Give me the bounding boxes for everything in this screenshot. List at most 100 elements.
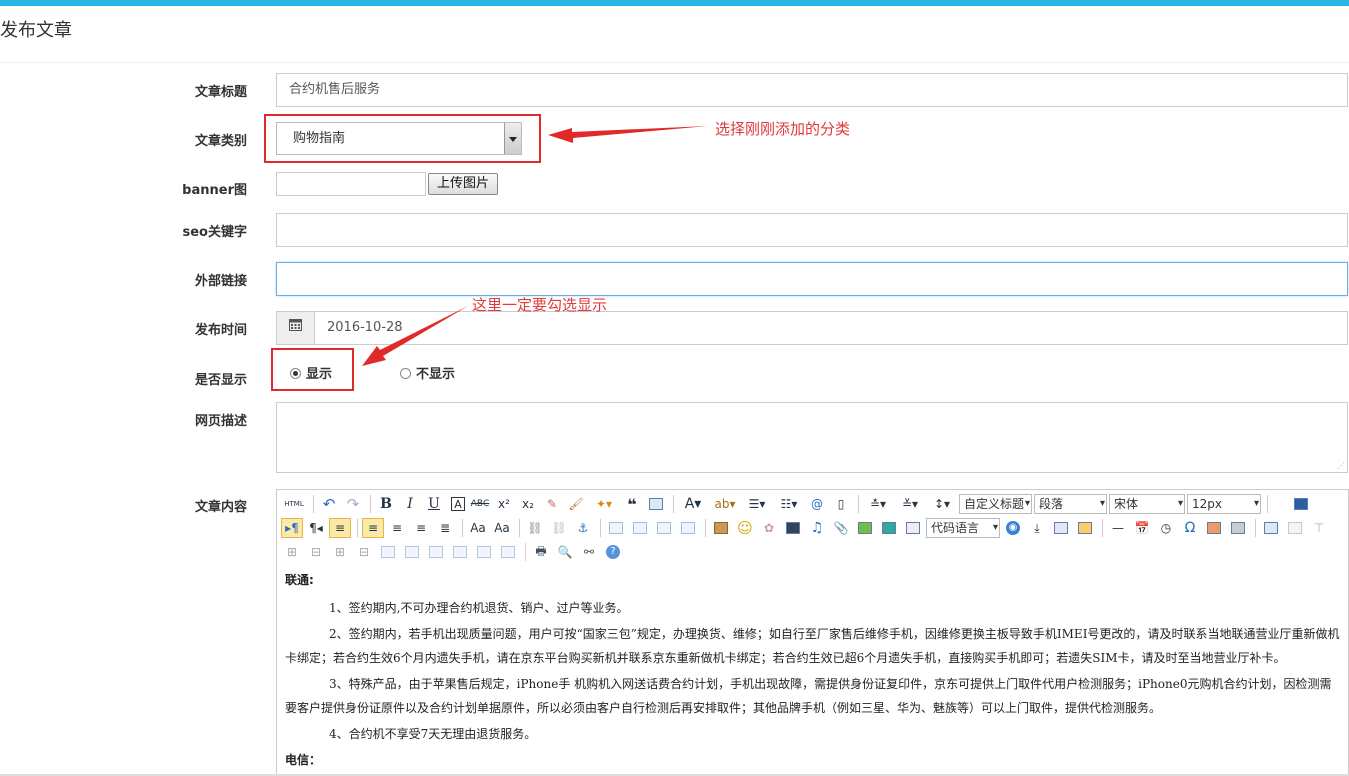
image-left-icon[interactable] xyxy=(629,518,651,538)
row-spacing-bottom-icon[interactable]: ≚▾ xyxy=(895,494,925,514)
toolbar-separator xyxy=(673,495,674,513)
unlink-icon[interactable]: ⛓ xyxy=(548,518,570,538)
image-icon[interactable] xyxy=(710,518,732,538)
indent-icon[interactable]: ≡ xyxy=(329,518,351,538)
description-textarea[interactable]: ⋰ xyxy=(276,402,1348,473)
blockquote-icon[interactable]: ❝ xyxy=(621,494,643,514)
horizontal-rule-icon[interactable]: — xyxy=(1107,518,1129,538)
resize-grip-icon[interactable]: ⋰ xyxy=(1337,461,1345,470)
italic-icon[interactable]: I xyxy=(399,494,421,514)
uppercase-icon[interactable]: Aa xyxy=(467,518,489,538)
image-right-icon[interactable] xyxy=(653,518,675,538)
time-icon[interactable]: ◷ xyxy=(1155,518,1177,538)
insert-col-icon[interactable]: ⊞ xyxy=(329,542,351,562)
toolbar-separator xyxy=(1255,519,1256,537)
merge-cells-icon[interactable] xyxy=(377,542,399,562)
merge-down-icon[interactable] xyxy=(425,542,447,562)
search-replace-icon[interactable]: ⚯ xyxy=(578,542,600,562)
row-spacing-top-icon[interactable]: ≛▾ xyxy=(863,494,893,514)
toolbar-separator xyxy=(1102,519,1103,537)
insert-table-icon[interactable] xyxy=(1260,518,1282,538)
editor-content[interactable]: 联通: 1、签约期内,不可办理合约机退货、销户、过户等业务。 2、签约期内，若手… xyxy=(285,568,1341,772)
delete-table-icon[interactable] xyxy=(1284,518,1306,538)
fullscreen-icon[interactable] xyxy=(1290,494,1312,514)
toolbar-separator xyxy=(462,519,463,537)
align-justify-icon[interactable]: ≣ xyxy=(434,518,456,538)
insert-frame-icon[interactable] xyxy=(902,518,924,538)
split-cols-icon[interactable] xyxy=(497,542,519,562)
image-none-icon[interactable] xyxy=(605,518,627,538)
print-icon[interactable]: 🖶 xyxy=(530,542,552,562)
ltr-direction-icon[interactable]: ▸¶ xyxy=(281,518,303,538)
lowercase-icon[interactable]: Aa xyxy=(491,518,513,538)
special-chars-icon[interactable]: Ω xyxy=(1179,518,1201,538)
paragraph-dropdown[interactable]: 段落 xyxy=(1034,494,1107,514)
auto-format-icon[interactable]: ✦▾ xyxy=(589,494,619,514)
attachment-icon[interactable]: 📎 xyxy=(830,518,852,538)
rich-text-editor[interactable]: HTML ↶ ↷ B I U A ABC x² x₂ ✎ 🖌 ✦▾ ❝ A▾ a… xyxy=(276,489,1349,776)
google-map-icon[interactable] xyxy=(878,518,900,538)
help-icon[interactable]: ? xyxy=(602,542,624,562)
link-icon[interactable]: ⛓ xyxy=(524,518,546,538)
format-painter-icon[interactable]: 🖌 xyxy=(565,494,587,514)
web-icon[interactable]: ◉ xyxy=(1002,518,1024,538)
paste-plain-icon[interactable] xyxy=(645,494,667,514)
underline-icon[interactable]: U xyxy=(423,494,445,514)
toolbar-separator xyxy=(858,495,859,513)
font-border-icon[interactable]: A xyxy=(451,497,465,511)
font-color-icon[interactable]: A▾ xyxy=(678,494,708,514)
image-center-icon[interactable] xyxy=(677,518,699,538)
music-icon[interactable]: ♫ xyxy=(806,518,828,538)
snapscreen-icon[interactable] xyxy=(1227,518,1249,538)
subscript-icon[interactable]: x₂ xyxy=(517,494,539,514)
template-icon[interactable] xyxy=(1050,518,1072,538)
insert-row-icon[interactable]: ⊞ xyxy=(281,542,303,562)
strikethrough-icon[interactable]: ABC xyxy=(469,494,491,514)
font-size-dropdown[interactable]: 12px xyxy=(1187,494,1261,514)
scrawl-icon[interactable]: ✿ xyxy=(758,518,780,538)
content-heading-telecom: 电信： xyxy=(285,753,322,767)
arrow-category xyxy=(548,126,708,143)
superscript-icon[interactable]: x² xyxy=(493,494,515,514)
background-icon[interactable] xyxy=(1074,518,1096,538)
delete-row-icon[interactable]: ⊟ xyxy=(305,542,327,562)
date-icon[interactable]: 📅 xyxy=(1131,518,1153,538)
align-left-icon[interactable]: ≡ xyxy=(362,518,384,538)
select-all-icon[interactable]: @ xyxy=(806,494,828,514)
custom-title-dropdown[interactable]: 自定义标题 xyxy=(959,494,1032,514)
content-paragraph: 1、签约期内,不可办理合约机退货、销户、过户等业务。 xyxy=(329,601,629,615)
delete-col-icon[interactable]: ⊟ xyxy=(353,542,375,562)
desc-label: 网页描述 xyxy=(194,414,247,429)
preview-icon[interactable]: 🔍 xyxy=(554,542,576,562)
editor-toolbar: HTML ↶ ↷ B I U A ABC x² x₂ ✎ 🖌 ✦▾ ❝ A▾ a… xyxy=(277,490,1348,566)
toolbar-separator xyxy=(313,495,314,513)
emoticon-icon[interactable]: ☺ xyxy=(734,518,756,538)
highlight-color-icon[interactable]: ab▾ xyxy=(710,494,740,514)
insert-paragraph-before-table-icon[interactable]: ⊤ xyxy=(1308,518,1330,538)
align-center-icon[interactable]: ≡ xyxy=(386,518,408,538)
content-paragraph: 3、特殊产品，由于苹果售后规定，iPhone手 机购机入网送话费合约计划，手机出… xyxy=(285,677,1332,715)
html-source-button[interactable]: HTML xyxy=(281,494,307,514)
eraser-icon[interactable]: ✎ xyxy=(541,494,563,514)
map-icon[interactable] xyxy=(854,518,876,538)
merge-right-icon[interactable] xyxy=(401,542,423,562)
line-height-icon[interactable]: ↕▾ xyxy=(927,494,957,514)
video-icon[interactable] xyxy=(782,518,804,538)
arrow-show xyxy=(362,306,468,366)
anchor-icon[interactable]: ⚓ xyxy=(572,518,594,538)
align-right-icon[interactable]: ≡ xyxy=(410,518,432,538)
code-language-dropdown[interactable]: 代码语言 xyxy=(926,518,1000,538)
rtl-direction-icon[interactable]: ¶◂ xyxy=(305,518,327,538)
split-rows-icon[interactable] xyxy=(473,542,495,562)
bold-icon[interactable]: B xyxy=(375,494,397,514)
clear-document-icon[interactable]: ▯ xyxy=(830,494,852,514)
word-image-icon[interactable] xyxy=(1203,518,1225,538)
font-family-dropdown[interactable]: 宋体 xyxy=(1109,494,1185,514)
toolbar-separator xyxy=(600,519,601,537)
ordered-list-icon[interactable]: ☰▾ xyxy=(742,494,772,514)
page-break-icon[interactable]: ⤓ xyxy=(1026,518,1048,538)
redo-icon[interactable]: ↷ xyxy=(342,494,364,514)
split-cells-icon[interactable] xyxy=(449,542,471,562)
undo-icon[interactable]: ↶ xyxy=(318,494,340,514)
unordered-list-icon[interactable]: ☷▾ xyxy=(774,494,804,514)
